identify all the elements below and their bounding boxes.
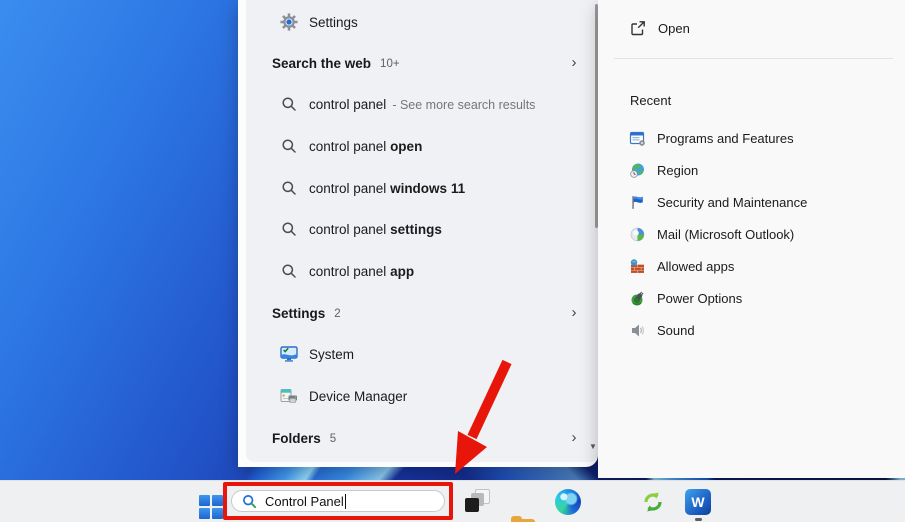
taskbar-search-input[interactable]: Control Panel xyxy=(231,490,445,512)
web-suggestion[interactable]: control panel - See more search results xyxy=(246,92,598,116)
result-label: System xyxy=(309,346,355,362)
text-caret xyxy=(344,493,347,509)
open-action[interactable]: Open xyxy=(598,12,905,44)
recent-item-label: Sound xyxy=(657,322,695,338)
suggestion-text: control panel open xyxy=(309,138,423,154)
recent-item-label: Power Options xyxy=(657,290,743,306)
section-settings: Settings 2 xyxy=(272,301,341,325)
search-icon xyxy=(243,494,257,508)
search-flyout-results-panel: Settings Search the web 10+ › control pa… xyxy=(238,0,598,467)
section-folders: Folders 5 xyxy=(272,426,336,450)
chevron-right-icon[interactable]: › xyxy=(564,303,584,323)
scroll-down-arrow-icon[interactable]: ▼ xyxy=(589,442,597,451)
open-label: Open xyxy=(658,20,690,36)
annotation-red-rectangle: Control Panel xyxy=(223,482,453,520)
search-icon xyxy=(280,179,298,197)
recent-item-label: Mail (Microsoft Outlook) xyxy=(657,226,795,242)
sync-icon[interactable] xyxy=(641,490,665,514)
search-icon xyxy=(280,262,298,280)
recent-item-region[interactable]: Region xyxy=(598,156,905,184)
screen: Settings Search the web 10+ › control pa… xyxy=(0,0,905,522)
search-preview-pane: Open Recent Programs and Features Region… xyxy=(598,0,905,478)
search-input-value: Control Panel xyxy=(265,493,344,509)
recent-item-mail-outlook[interactable]: Mail (Microsoft Outlook) xyxy=(598,220,905,248)
result-label: Settings xyxy=(309,14,358,30)
result-label: Device Manager xyxy=(309,388,408,404)
recent-item-power-options[interactable]: Power Options xyxy=(598,284,905,312)
recent-title: Recent xyxy=(630,93,672,108)
section-count: 2 xyxy=(334,307,341,320)
section-count: 5 xyxy=(329,432,337,445)
divider xyxy=(614,58,893,59)
section-label: Search the web xyxy=(272,55,372,71)
system-monitor-icon xyxy=(280,345,298,363)
chevron-right-icon[interactable]: › xyxy=(564,53,584,73)
mail-outlook-icon xyxy=(629,226,646,243)
windows-start-icon[interactable] xyxy=(199,495,223,519)
web-suggestion[interactable]: control panel windows 11 xyxy=(246,176,598,200)
security-flag-icon xyxy=(629,194,646,211)
recent-item-security-and-maintenance[interactable]: Security and Maintenance xyxy=(598,188,905,216)
recent-item-label: Programs and Features xyxy=(657,130,794,146)
web-suggestion[interactable]: control panel app xyxy=(246,259,598,283)
firewall-brick-icon xyxy=(629,258,646,275)
web-suggestion[interactable]: control panel open xyxy=(246,134,598,158)
settings-gear-icon xyxy=(280,13,298,31)
search-results-list: Settings Search the web 10+ › control pa… xyxy=(246,0,598,462)
web-suggestion[interactable]: control panel settings xyxy=(246,217,598,241)
device-manager-icon xyxy=(280,387,298,405)
section-count: 10+ xyxy=(380,57,400,70)
recent-item-programs-and-features[interactable]: Programs and Features xyxy=(598,124,905,152)
suggestion-text: control panel windows 11 xyxy=(309,180,466,196)
word-icon[interactable]: W xyxy=(685,489,711,515)
search-icon xyxy=(280,95,298,113)
section-label: Folders xyxy=(272,430,321,446)
search-icon xyxy=(280,220,298,238)
file-explorer-icon[interactable] xyxy=(510,515,536,522)
task-view-icon[interactable] xyxy=(465,489,491,515)
result-system[interactable]: System xyxy=(246,342,598,366)
taskbar: Control Panel W xyxy=(0,480,905,522)
suggestion-text: control panel - See more search results xyxy=(309,96,536,112)
suggestion-text: control panel app xyxy=(309,263,415,279)
speaker-icon xyxy=(629,322,646,339)
recent-item-sound[interactable]: Sound xyxy=(598,316,905,344)
edge-icon[interactable] xyxy=(555,489,581,515)
recent-item-allowed-apps[interactable]: Allowed apps xyxy=(598,252,905,280)
region-globe-icon xyxy=(629,162,646,179)
power-plug-icon xyxy=(629,290,646,307)
chevron-right-icon[interactable]: › xyxy=(564,428,584,448)
recent-item-label: Region xyxy=(657,162,699,178)
section-search-the-web: Search the web 10+ xyxy=(272,51,400,75)
open-external-icon xyxy=(630,20,646,36)
recent-item-label: Security and Maintenance xyxy=(657,194,808,210)
recent-item-label: Allowed apps xyxy=(657,258,735,274)
result-device-manager[interactable]: Device Manager xyxy=(246,384,598,408)
search-icon xyxy=(280,137,298,155)
suggestion-text: control panel settings xyxy=(309,221,442,237)
running-app-indicator xyxy=(695,518,702,521)
result-settings-app[interactable]: Settings xyxy=(246,10,598,34)
section-label: Settings xyxy=(272,305,326,321)
programs-features-icon xyxy=(629,130,646,147)
